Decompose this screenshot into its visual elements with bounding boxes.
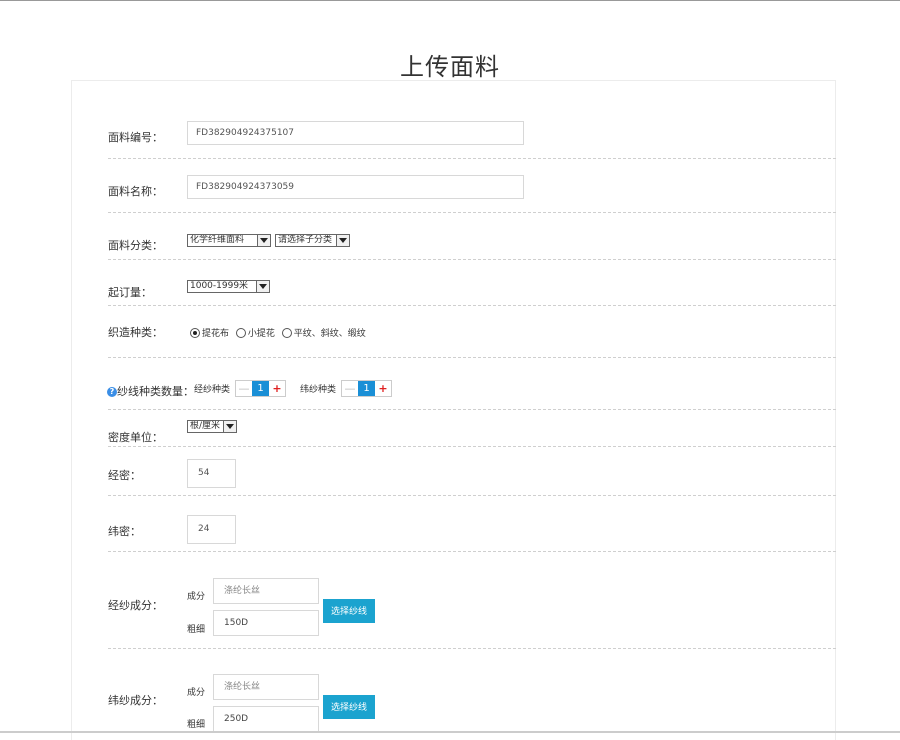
density-unit-label: 密度单位：	[108, 431, 163, 444]
weft-decrement-button[interactable]: —	[342, 381, 358, 396]
warp-increment-button[interactable]: +	[269, 381, 285, 396]
chevron-down-icon	[256, 281, 269, 292]
weave-option-label: 提花布	[202, 329, 230, 339]
weft-density-label: 纬密：	[108, 525, 141, 538]
divider	[108, 648, 836, 649]
min-order-select-value: 1000-1999米	[190, 281, 249, 291]
yarn-count-label-wrap: ? 纱线种类数量：	[107, 383, 194, 399]
chevron-down-icon	[336, 235, 349, 246]
weft-increment-button[interactable]: +	[375, 381, 391, 396]
chevron-down-icon	[257, 235, 270, 246]
weave-option-label: 平纹、斜纹、缎纹	[293, 329, 366, 339]
category-select[interactable]: 化学纤维面料	[187, 234, 271, 247]
help-icon[interactable]: ?	[107, 387, 117, 397]
weft-thickness-label: 粗细	[187, 720, 206, 730]
divider	[108, 158, 836, 159]
warp-type-stepper: — 1 +	[235, 380, 286, 397]
weave-radio-plain-twill-satin[interactable]	[281, 327, 292, 338]
divider	[108, 495, 836, 496]
fabric-name-input[interactable]: FD382904924373059	[187, 175, 524, 199]
min-order-label: 起订量：	[108, 286, 152, 299]
weft-component-input[interactable]: 涤纶长丝	[213, 674, 319, 700]
page-title: 上传面料	[400, 53, 500, 82]
chevron-down-icon	[223, 421, 236, 432]
density-unit-select[interactable]: 根/厘米	[187, 420, 237, 433]
weft-type-count[interactable]: 1	[358, 381, 375, 396]
warp-thickness-label: 粗细	[187, 625, 206, 635]
fabric-code-label: 面料编号：	[108, 131, 163, 144]
warp-decrement-button[interactable]: —	[236, 381, 252, 396]
weft-thickness-input[interactable]: 250D	[213, 706, 319, 732]
warp-component-input[interactable]: 涤纶长丝	[213, 578, 319, 604]
weft-type-stepper: — 1 +	[341, 380, 392, 397]
fabric-category-label: 面料分类：	[108, 239, 163, 252]
divider	[108, 409, 836, 410]
divider	[108, 446, 836, 447]
divider	[108, 212, 836, 213]
weave-option-label: 小提花	[247, 329, 275, 339]
weft-select-yarn-button[interactable]: 选择纱线	[323, 695, 375, 719]
min-order-select[interactable]: 1000-1999米	[187, 280, 270, 293]
yarn-count-label: 纱线种类数量：	[117, 385, 194, 398]
weft-component-label: 成分	[187, 688, 206, 698]
divider	[108, 305, 836, 306]
subcategory-select-value: 请选择子分类	[278, 235, 333, 245]
divider	[108, 551, 836, 552]
warp-component-label: 成分	[187, 592, 206, 602]
weave-type-label: 织造种类：	[108, 326, 163, 339]
warp-density-input[interactable]: 54	[187, 459, 236, 488]
fabric-name-label: 面料名称：	[108, 185, 163, 198]
divider	[108, 357, 836, 358]
warp-density-label: 经密：	[108, 469, 141, 482]
warp-type-count[interactable]: 1	[252, 381, 269, 396]
weft-composition-label: 纬纱成分：	[108, 694, 163, 707]
weave-radio-jacquard[interactable]	[190, 327, 200, 338]
warp-thickness-input[interactable]: 150D	[213, 610, 319, 636]
weave-radio-small-jacquard[interactable]	[235, 327, 246, 338]
divider	[108, 259, 836, 260]
subcategory-select[interactable]: 请选择子分类	[275, 234, 350, 247]
weft-type-label: 纬纱种类	[300, 385, 337, 395]
weft-density-input[interactable]: 24	[187, 515, 236, 544]
warp-select-yarn-button[interactable]: 选择纱线	[323, 599, 375, 623]
density-unit-select-value: 根/厘米	[190, 421, 221, 431]
weave-type-radio-group: 提花布 小提花 平纹、斜纹、缎纹	[190, 326, 370, 339]
warp-composition-label: 经纱成分：	[108, 599, 163, 612]
fabric-code-input[interactable]: FD382904924375107	[187, 121, 524, 145]
category-select-value: 化学纤维面料	[190, 235, 245, 245]
warp-type-label: 经纱种类	[194, 385, 231, 395]
